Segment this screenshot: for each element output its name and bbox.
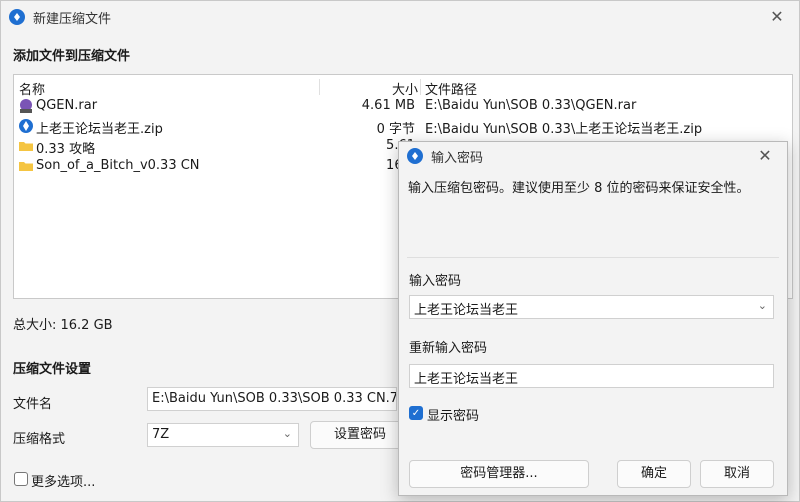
more-options-label[interactable]: 更多选项... [31,471,95,490]
ok-button[interactable]: 确定 [617,460,691,488]
column-name-header[interactable]: 名称 [19,79,45,98]
cancel-button[interactable]: 取消 [700,460,774,488]
format-label: 压缩格式 [13,432,66,447]
chevron-down-icon[interactable]: ⌄ [758,299,767,312]
reenter-password-label: 重新输入密码 [409,341,488,356]
password-label: 输入密码 [409,274,462,289]
file-row[interactable]: 上老王论坛当老王.zip 0 字节 E:\Baidu Yun\SOB 0.33\… [14,117,792,137]
more-options-checkbox[interactable] [14,472,28,486]
column-path-header[interactable]: 文件路径 [425,79,477,98]
password-input[interactable]: 上老王论坛当老王 ⌄ [409,295,774,319]
window-title: 新建压缩文件 [33,11,112,27]
dialog-title-bar: 输入密码 [399,142,787,170]
filename-label: 文件名 [13,397,53,412]
total-size-text: 总大小: 16.2 GB [13,318,113,333]
dialog-title: 输入密码 [431,150,484,166]
show-password-label[interactable]: 显示密码 [427,405,479,424]
app-logo-icon [407,148,423,164]
archive-settings-heading: 压缩文件设置 [13,362,92,377]
filename-input[interactable]: E:\Baidu Yun\SOB 0.33\SOB 0.33 CN.7z [147,387,397,411]
format-select[interactable]: 7Z ⌄ [147,423,299,447]
app-logo-icon [9,9,25,25]
password-manager-button[interactable]: 密码管理器... [409,460,589,488]
close-icon[interactable]: ✕ [767,7,787,27]
column-size-header[interactable]: 大小 [392,79,418,98]
folder-icon [19,142,33,151]
file-list-header: 名称 大小 文件路径 [14,75,792,99]
add-files-heading: 添加文件到压缩文件 [13,49,131,64]
folder-icon [19,162,33,171]
set-password-button[interactable]: 设置密码 [310,421,410,449]
zip-archive-icon [19,119,33,133]
close-icon[interactable]: ✕ [755,146,775,166]
file-row[interactable]: QGEN.rar 4.61 MB E:\Baidu Yun\SOB 0.33\Q… [14,97,792,117]
dialog-message: 输入压缩包密码。建议使用至少 8 位的密码来保证安全性。 [408,181,750,196]
chevron-down-icon: ⌄ [282,427,292,440]
reenter-password-input[interactable]: 上老王论坛当老王 [409,364,774,388]
show-password-checkbox[interactable]: ✓ [409,406,423,420]
password-dialog: 输入密码 ✕ 输入压缩包密码。建议使用至少 8 位的密码来保证安全性。 输入密码… [398,141,788,496]
title-bar: 新建压缩文件 [1,1,799,33]
rar-archive-icon [20,99,32,113]
